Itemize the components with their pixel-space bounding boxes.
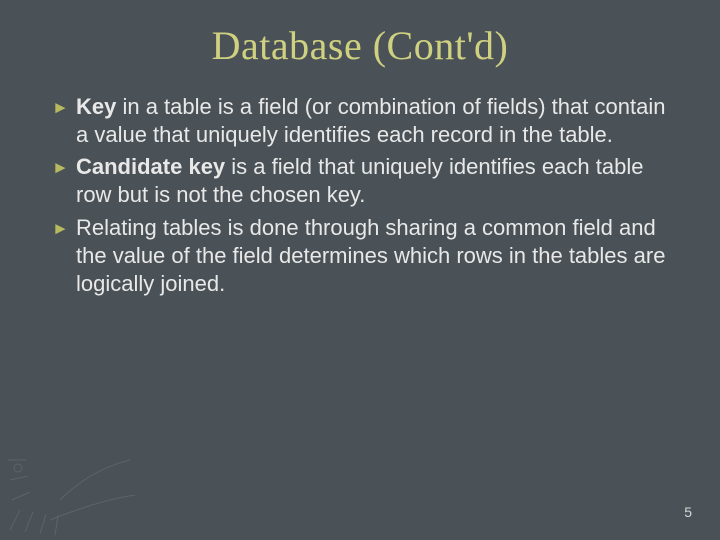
slide-title: Database (Cont'd) — [0, 0, 720, 69]
bullet-text: in a table is a field (or combination of… — [76, 94, 665, 147]
bullet-item: ► Key in a table is a field (or combinat… — [52, 93, 668, 149]
bullet-item: ► Candidate key is a field that uniquely… — [52, 153, 668, 209]
page-number: 5 — [684, 504, 692, 520]
triangle-bullet-icon: ► — [52, 99, 69, 116]
bullet-lead: Candidate key — [76, 154, 225, 179]
triangle-bullet-icon: ► — [52, 220, 69, 237]
bullet-lead: Key — [76, 94, 116, 119]
slide-body: ► Key in a table is a field (or combinat… — [0, 69, 720, 298]
slide: Database (Cont'd) ► Key in a table is a … — [0, 0, 720, 540]
bullet-item: ► Relating tables is done through sharin… — [52, 214, 668, 298]
decorative-ticks — [0, 400, 140, 540]
bullet-text: Relating tables is done through sharing … — [76, 215, 665, 296]
triangle-bullet-icon: ► — [52, 159, 69, 176]
